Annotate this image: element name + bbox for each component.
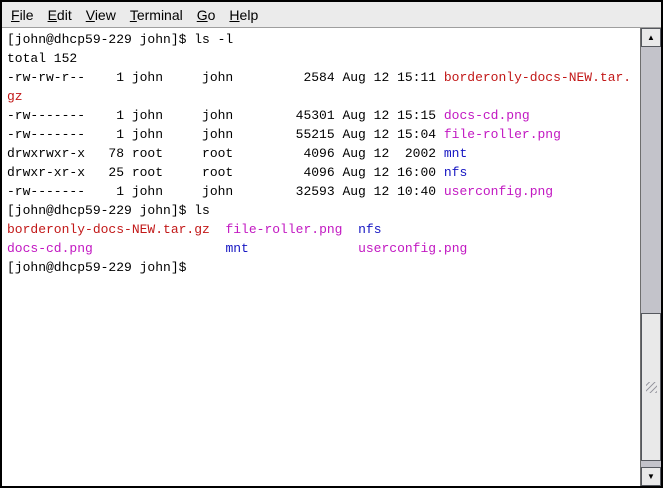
terminal-line: -rw------- 1 john john 45301 Aug 12 15:1… — [7, 106, 640, 125]
terminal-line: [john@dhcp59-229 john]$ ls — [7, 201, 640, 220]
menu-item-file[interactable]: File — [4, 4, 41, 26]
scroll-up-icon: ▲ — [647, 34, 655, 42]
scroll-up-button[interactable]: ▲ — [641, 28, 661, 47]
terminal-line: -rw------- 1 john john 55215 Aug 12 15:0… — [7, 125, 640, 144]
terminal-window: FileEditViewTerminalGoHelp [john@dhcp59-… — [0, 0, 663, 488]
terminal-line: [john@dhcp59-229 john]$ ls -l — [7, 30, 640, 49]
scroll-down-icon: ▼ — [647, 473, 655, 481]
scrollbar-trough[interactable] — [641, 47, 661, 467]
scrollbar-thumb[interactable] — [641, 313, 661, 461]
terminal-output[interactable]: [john@dhcp59-229 john]$ ls -ltotal 152-r… — [2, 28, 640, 486]
terminal-line: -rw------- 1 john john 32593 Aug 12 10:4… — [7, 182, 640, 201]
terminal-line: total 152 — [7, 49, 640, 68]
terminal-line: gz — [7, 87, 640, 106]
menu-item-view[interactable]: View — [79, 4, 123, 26]
scrollbar: ▲ ▼ — [640, 28, 661, 486]
scrollbar-grip-icon — [646, 382, 657, 393]
menu-item-edit[interactable]: Edit — [41, 4, 79, 26]
terminal-line: borderonly-docs-NEW.tar.gz file-roller.p… — [7, 220, 640, 239]
terminal-line: [john@dhcp59-229 john]$ — [7, 258, 640, 277]
terminal-line: -rw-rw-r-- 1 john john 2584 Aug 12 15:11… — [7, 68, 640, 87]
menu-bar: FileEditViewTerminalGoHelp — [2, 2, 661, 28]
menu-item-help[interactable]: Help — [222, 4, 265, 26]
terminal-line: drwxr-xr-x 25 root root 4096 Aug 12 16:0… — [7, 163, 640, 182]
menu-item-terminal[interactable]: Terminal — [123, 4, 190, 26]
scroll-down-button[interactable]: ▼ — [641, 467, 661, 486]
terminal-line: drwxrwxr-x 78 root root 4096 Aug 12 2002… — [7, 144, 640, 163]
menu-item-go[interactable]: Go — [190, 4, 223, 26]
window-content: [john@dhcp59-229 john]$ ls -ltotal 152-r… — [2, 28, 661, 486]
terminal-line: docs-cd.png mnt userconfig.png — [7, 239, 640, 258]
